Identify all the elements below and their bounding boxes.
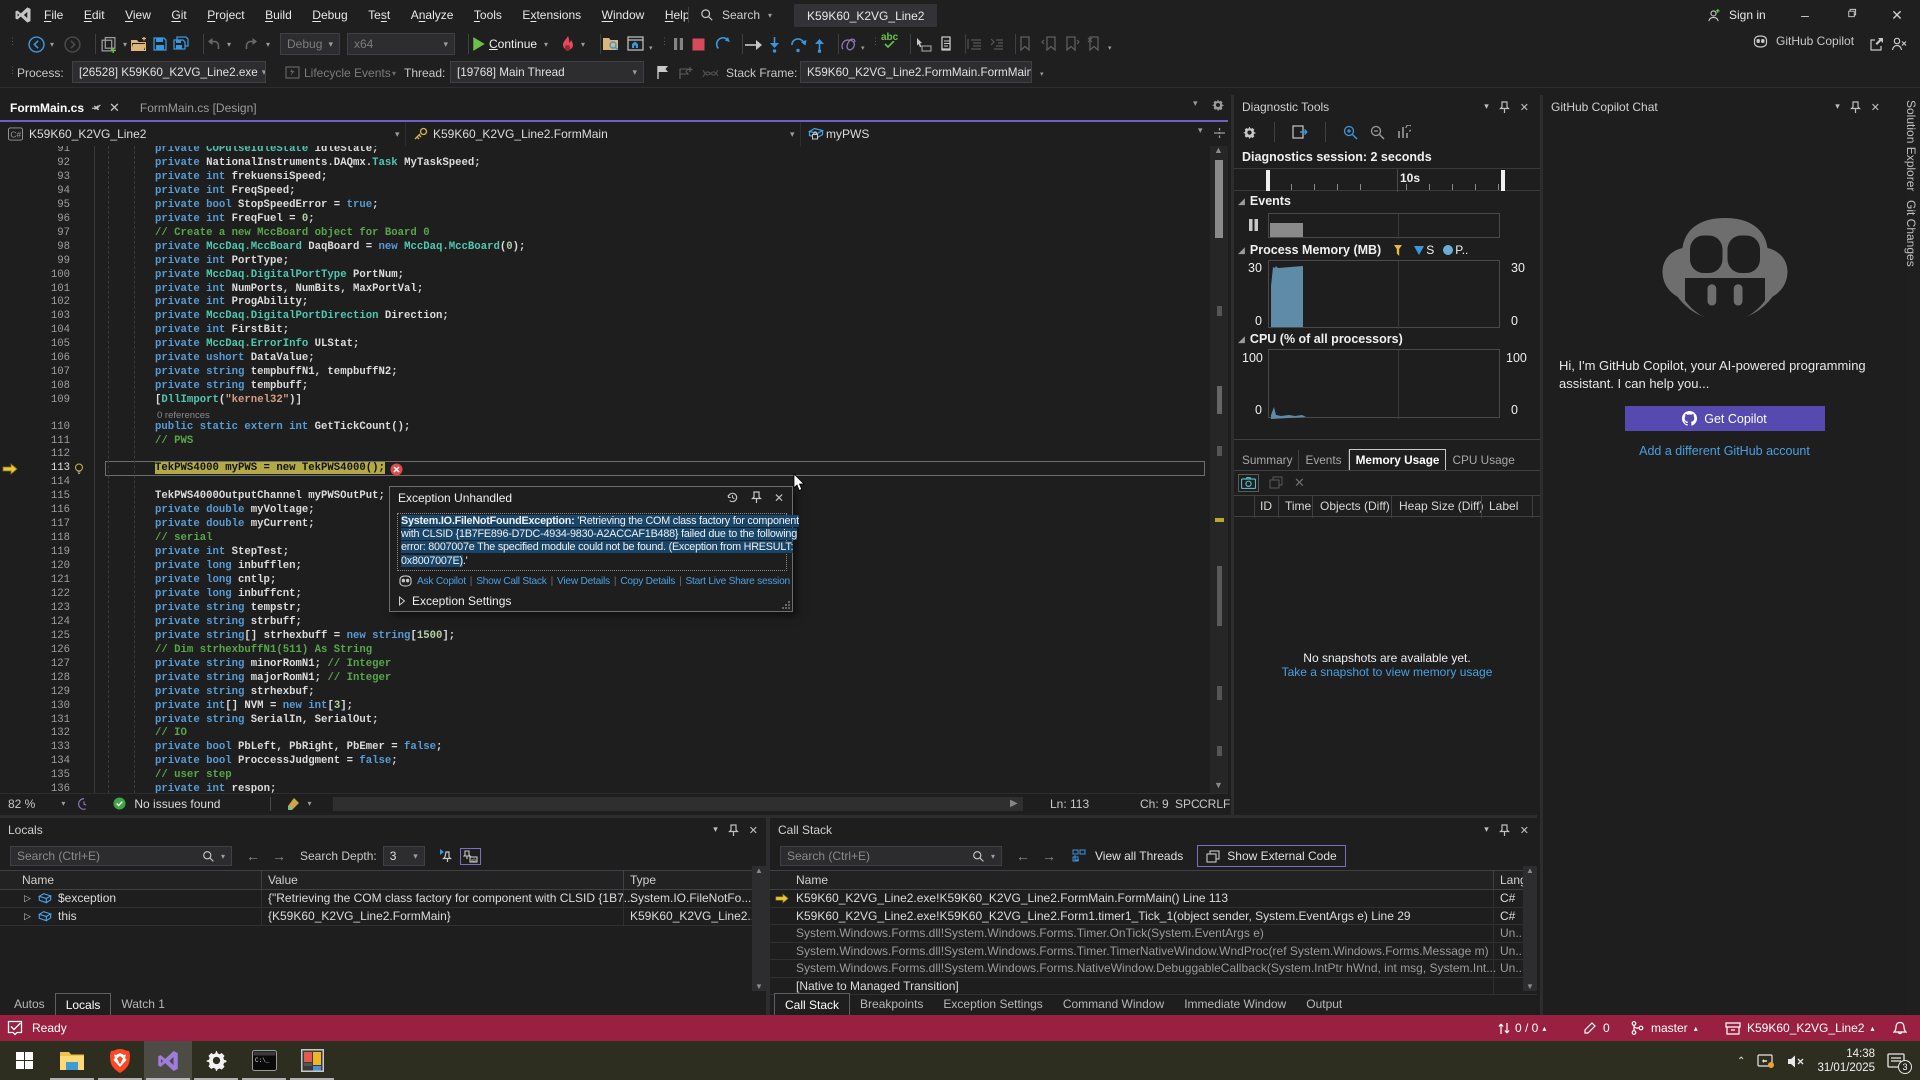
svg-text:C:\_: C:\_ <box>255 1057 270 1064</box>
svg-text:ab: ab <box>471 857 477 862</box>
svg-text:C#: C# <box>10 129 21 139</box>
